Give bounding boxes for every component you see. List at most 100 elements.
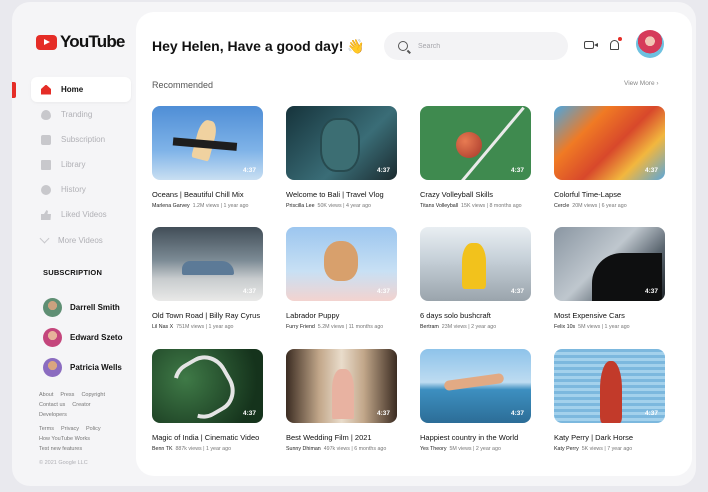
video-title[interactable]: 6 days solo bushcraft (420, 311, 531, 320)
search-input[interactable] (418, 42, 548, 50)
video-duration: 4:37 (242, 410, 256, 417)
channel-name[interactable]: Felix 10s (554, 324, 575, 330)
video-title[interactable]: Crazy Volleyball Skills (420, 190, 531, 199)
channel-name[interactable]: Titans Volleyball (420, 203, 458, 209)
video-thumbnail[interactable]: 4:37 (286, 106, 397, 180)
subscription-item[interactable]: Patricia Wells (43, 352, 122, 382)
sidebar-item-library[interactable]: Library (31, 152, 131, 177)
sidebar-item-label: Library (61, 160, 86, 170)
video-card[interactable]: 4:37 Magic of India | Cinematic Video Be… (152, 349, 263, 452)
sidebar-item-more-videos[interactable]: More Videos (31, 228, 131, 253)
library-icon (41, 159, 51, 170)
video-title[interactable]: Labrador Puppy (286, 311, 397, 320)
video-card[interactable]: 4:37 Labrador Puppy Furry Friend 5.2M vi… (286, 227, 397, 330)
app-frame: YouTube Home Tranding Subscription Libra… (12, 2, 696, 486)
channel-name[interactable]: Lil Nas X (152, 324, 173, 330)
sidebar-item-trending[interactable]: Tranding (31, 102, 131, 127)
footer-link[interactable]: Copyright (81, 392, 105, 398)
avatar (43, 357, 62, 377)
search-bar[interactable] (384, 32, 568, 60)
video-duration: 4:37 (644, 167, 658, 174)
video-title[interactable]: Katy Perry | Dark Horse (554, 433, 665, 442)
video-card[interactable]: 4:37 6 days solo bushcraft Bertram 23M v… (420, 227, 531, 330)
subscription-item[interactable]: Edward Szeto (43, 322, 122, 352)
video-title[interactable]: Colorful Time-Lapse (554, 190, 665, 199)
video-card[interactable]: 4:37 Best Wedding Film | 2021 Sunny Dhim… (286, 349, 397, 452)
sidebar-item-history[interactable]: History (31, 177, 131, 202)
video-stats: 50K views | 4 year ago (317, 203, 372, 209)
video-title[interactable]: Magic of India | Cinematic Video (152, 433, 263, 442)
video-title[interactable]: Happiest country in the World (420, 433, 531, 442)
main-panel: Hey Helen, Have a good day! 👋 Recommende… (136, 12, 692, 476)
video-meta: Priscilla Lee 50K views | 4 year ago (286, 203, 397, 209)
sidebar-item-subscription[interactable]: Subscription (31, 127, 131, 152)
video-thumbnail[interactable]: 4:37 (420, 227, 531, 301)
subscription-name: Patricia Wells (70, 362, 122, 372)
footer-link[interactable]: How YouTube Works (39, 436, 90, 442)
sidebar-item-label: Tranding (61, 110, 93, 120)
video-thumbnail[interactable]: 4:37 (286, 349, 397, 423)
channel-name[interactable]: Sunny Dhiman (286, 446, 321, 452)
channel-name[interactable]: Katy Perry (554, 446, 579, 452)
video-card[interactable]: 4:37 Crazy Volleyball Skills Titans Voll… (420, 106, 531, 209)
video-title[interactable]: Most Expensive Cars (554, 311, 665, 320)
channel-name[interactable]: Yes Theory (420, 446, 447, 452)
video-card[interactable]: 4:37 Happiest country in the World Yes T… (420, 349, 531, 452)
footer-link[interactable]: Policy (86, 426, 101, 432)
video-title[interactable]: Best Wedding Film | 2021 (286, 433, 397, 442)
channel-name[interactable]: Priscilla Lee (286, 203, 315, 209)
video-title[interactable]: Welcome to Bali | Travel Vlog (286, 190, 397, 199)
view-more-link[interactable]: View More › (624, 80, 659, 87)
video-stats: 751M views | 1 year ago (176, 324, 234, 330)
video-card[interactable]: 4:37 Oceans | Beautiful Chill Mix Marlen… (152, 106, 263, 209)
channel-name[interactable]: Benn TK (152, 446, 173, 452)
video-title[interactable]: Oceans | Beautiful Chill Mix (152, 190, 263, 199)
channel-name[interactable]: Cercle (554, 203, 569, 209)
video-card[interactable]: 4:37 Colorful Time-Lapse Cercle 20M view… (554, 106, 665, 209)
bell-icon[interactable] (610, 40, 619, 50)
video-stats: 15K views | 8 months ago (461, 203, 522, 209)
video-thumbnail[interactable]: 4:37 (554, 106, 665, 180)
video-card[interactable]: 4:37 Katy Perry | Dark Horse Katy Perry … (554, 349, 665, 452)
video-thumbnail[interactable]: 4:37 (420, 349, 531, 423)
video-camera-icon[interactable] (584, 41, 594, 49)
avatar (43, 327, 62, 347)
video-duration: 4:37 (242, 288, 256, 295)
youtube-logo[interactable]: YouTube (36, 32, 125, 52)
video-thumbnail[interactable]: 4:37 (152, 227, 263, 301)
video-duration: 4:37 (376, 410, 390, 417)
footer-link[interactable]: Press (60, 392, 74, 398)
video-stats: 20M views | 6 year ago (572, 203, 627, 209)
video-thumbnail[interactable]: 4:37 (152, 349, 263, 423)
video-meta: Benn TK 887k views | 1 year ago (152, 446, 263, 452)
footer-link[interactable]: About (39, 392, 53, 398)
video-thumbnail[interactable]: 4:37 (286, 227, 397, 301)
subscription-list: Darrell Smith Edward Szeto Patricia Well… (43, 292, 122, 382)
video-card[interactable]: 4:37 Old Town Road | Billy Ray Cyrus Lil… (152, 227, 263, 330)
sidebar-item-label: Subscription (61, 135, 106, 145)
sidebar-item-home[interactable]: Home (31, 77, 131, 102)
video-title[interactable]: Old Town Road | Billy Ray Cyrus (152, 311, 263, 320)
video-meta: Cercle 20M views | 6 year ago (554, 203, 665, 209)
channel-name[interactable]: Marlena Garvey (152, 203, 190, 209)
video-card[interactable]: 4:37 Welcome to Bali | Travel Vlog Prisc… (286, 106, 397, 209)
video-thumbnail[interactable]: 4:37 (554, 227, 665, 301)
video-thumbnail[interactable]: 4:37 (152, 106, 263, 180)
video-card[interactable]: 4:37 Most Expensive Cars Felix 10s 5M vi… (554, 227, 665, 330)
footer-link[interactable]: Test new features (39, 446, 82, 452)
video-thumbnail[interactable]: 4:37 (420, 106, 531, 180)
video-duration: 4:37 (376, 167, 390, 174)
footer-link[interactable]: Contact us (39, 402, 65, 408)
footer-link[interactable]: Privacy (61, 426, 79, 432)
footer-link[interactable]: Terms (39, 426, 54, 432)
channel-name[interactable]: Bertram (420, 324, 439, 330)
sidebar-item-liked-videos[interactable]: Liked Videos (31, 202, 131, 227)
like-icon (41, 209, 51, 220)
search-icon[interactable] (398, 41, 408, 51)
video-thumbnail[interactable]: 4:37 (554, 349, 665, 423)
footer-link[interactable]: Developers (39, 412, 67, 418)
footer-link[interactable]: Creator (72, 402, 90, 408)
subscription-item[interactable]: Darrell Smith (43, 292, 122, 322)
channel-name[interactable]: Furry Friend (286, 324, 315, 330)
profile-avatar[interactable] (636, 30, 664, 58)
